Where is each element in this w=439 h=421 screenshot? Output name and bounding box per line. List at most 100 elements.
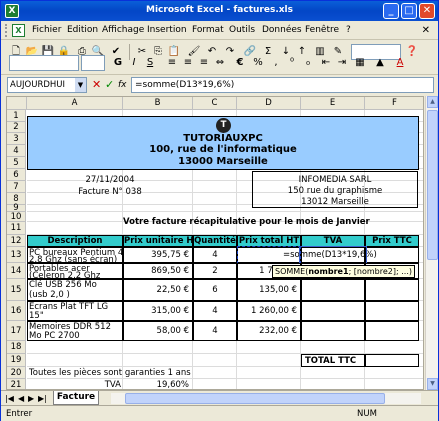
borders-icon[interactable]: ▦ <box>353 56 367 70</box>
horizontal-scroll-thumb[interactable] <box>125 393 385 404</box>
col-header-b[interactable]: B <box>123 97 193 110</box>
align-center-icon[interactable]: ≡ <box>181 56 195 70</box>
tva-rate[interactable]: 19,60% <box>123 380 189 389</box>
select-all-corner[interactable] <box>7 97 27 110</box>
fill-color-icon[interactable]: ▲ <box>373 56 387 70</box>
tooltip-function[interactable]: SOMME( <box>275 267 308 276</box>
row-header[interactable]: 15 <box>7 279 26 301</box>
menu-edition[interactable]: Edition <box>67 25 98 35</box>
row-header[interactable]: 19 <box>7 354 26 367</box>
row-header[interactable]: 13 <box>7 247 26 263</box>
minimize-button[interactable]: _ <box>383 3 399 19</box>
first-sheet-icon[interactable]: |◀ <box>5 394 14 403</box>
row-header[interactable]: 11 <box>7 222 26 235</box>
function-tooltip: SOMME(nombre1; [nombre2]; ...) <box>272 265 415 278</box>
col-header-c[interactable]: C <box>193 97 237 110</box>
invoice-date[interactable]: 27/11/2004 <box>27 175 193 185</box>
maximize-button[interactable]: □ <box>401 3 417 19</box>
row-header[interactable]: 10 <box>7 212 26 222</box>
thousands-icon[interactable]: , <box>269 56 283 70</box>
table-cell[interactable] <box>301 321 365 341</box>
align-right-icon[interactable]: ≡ <box>197 56 211 70</box>
table-header-cell[interactable]: Prix TTC <box>365 235 419 247</box>
table-cell[interactable] <box>365 279 419 301</box>
row-header[interactable]: 16 <box>7 301 26 321</box>
name-box-dropdown-icon[interactable]: ▼ <box>75 78 86 92</box>
decrease-indent-icon[interactable]: ⇤ <box>319 56 333 70</box>
font-name-combo[interactable] <box>9 55 79 71</box>
col-header-f[interactable]: F <box>365 97 423 110</box>
row-header[interactable]: 20 <box>7 367 26 379</box>
table-cell[interactable] <box>301 301 365 321</box>
row-header[interactable]: 2 <box>7 122 26 133</box>
vertical-scrollbar[interactable]: ▲ ▼ <box>425 96 438 390</box>
vertical-scroll-thumb[interactable] <box>427 110 438 260</box>
invoice-number[interactable]: Facture N° 038 <box>27 187 193 197</box>
menu-fichier[interactable]: Fichier <box>32 25 61 35</box>
row-header[interactable]: 18 <box>7 341 26 354</box>
tva-label[interactable]: TVA <box>27 380 121 389</box>
font-size-combo[interactable] <box>81 55 105 71</box>
increase-indent-icon[interactable]: ⇥ <box>335 56 349 70</box>
row-header[interactable]: 17 <box>7 321 26 341</box>
client-name[interactable]: INFOMEDIA SARL <box>252 175 418 185</box>
euro-button[interactable]: € <box>233 56 247 70</box>
row-header[interactable]: 6 <box>7 169 26 181</box>
bold-button[interactable]: G <box>111 56 125 70</box>
menu-format[interactable]: Format <box>192 25 224 35</box>
row-header[interactable]: 1 <box>7 110 26 122</box>
italic-button[interactable]: I <box>127 56 141 70</box>
menu-fenetre[interactable]: Fenêtre <box>305 25 339 35</box>
prev-sheet-icon[interactable]: ◀ <box>18 394 24 403</box>
underline-button[interactable]: S <box>143 56 157 70</box>
insert-function-icon[interactable]: fx <box>118 77 127 93</box>
menu-insertion[interactable]: Insertion <box>147 25 187 35</box>
enter-formula-icon[interactable]: ✓ <box>105 77 114 93</box>
guarantee-note[interactable]: Toutes les pièces sont garanties 1 ans <box>29 368 191 378</box>
client-street[interactable]: 150 rue du graphisme <box>252 186 418 196</box>
col-header-a[interactable]: A <box>27 97 123 110</box>
decrease-decimal-icon[interactable]: ₀ <box>301 56 315 70</box>
align-left-icon[interactable]: ≡ <box>165 56 179 70</box>
table-cell[interactable] <box>301 279 365 301</box>
row-header[interactable]: 21 <box>7 379 26 389</box>
table-header-cell[interactable]: Description <box>27 235 123 247</box>
scroll-up-icon[interactable]: ▲ <box>427 96 438 108</box>
sheet-tab-facture[interactable]: Facture <box>53 391 99 405</box>
percent-icon[interactable]: % <box>251 56 265 70</box>
menu-affichage[interactable]: Affichage <box>102 25 144 35</box>
table-header-cell[interactable]: Prix unitaire HT <box>123 235 199 247</box>
table-cell[interactable] <box>365 321 419 341</box>
menu-outils[interactable]: Outils <box>229 25 255 35</box>
table-cell[interactable] <box>365 301 419 321</box>
row-header[interactable]: 5 <box>7 157 26 169</box>
excel-doc-icon[interactable]: X <box>12 24 25 37</box>
grip-handle[interactable] <box>5 24 8 37</box>
menu-donnees[interactable]: Données <box>262 25 302 35</box>
next-sheet-icon[interactable]: ▶ <box>28 394 34 403</box>
table-header-cell[interactable]: Quantité <box>193 235 237 247</box>
font-color-button[interactable]: A <box>393 56 407 70</box>
row-header[interactable]: 14 <box>7 263 26 279</box>
row-header[interactable]: 7 <box>7 181 26 193</box>
col-header-d[interactable]: D <box>237 97 301 110</box>
last-sheet-icon[interactable]: ▶| <box>38 394 47 403</box>
spreadsheet-grid[interactable]: A B C D E F 1 2 3 4 5 6 7 8 9 10 11 12 13 14 15 16 17 18 1… <box>6 96 424 390</box>
col-header-e[interactable]: E <box>301 97 365 110</box>
merge-center-icon[interactable]: ⇔ <box>213 56 227 70</box>
cancel-formula-icon[interactable]: ✕ <box>92 77 101 93</box>
scroll-down-icon[interactable]: ▼ <box>427 378 438 390</box>
name-box[interactable]: AUJOURDHUI ▼ <box>7 77 87 93</box>
row-header[interactable]: 12 <box>7 235 26 247</box>
menu-help[interactable]: ? <box>346 25 351 35</box>
row-header[interactable]: 9 <box>7 204 26 212</box>
formula-input[interactable]: =somme(D13*19,6%) <box>131 77 434 93</box>
row-header[interactable]: 4 <box>7 145 26 157</box>
increase-decimal-icon[interactable]: ⁰ <box>285 56 299 70</box>
client-city[interactable]: 13012 Marseille <box>252 197 418 207</box>
total-ttc-value-cell[interactable] <box>365 354 419 367</box>
row-header[interactable]: 3 <box>7 133 26 145</box>
doc-close-icon[interactable]: ✕ <box>422 25 430 36</box>
close-button[interactable]: ✕ <box>419 3 435 19</box>
horizontal-scrollbar[interactable] <box>111 393 421 404</box>
